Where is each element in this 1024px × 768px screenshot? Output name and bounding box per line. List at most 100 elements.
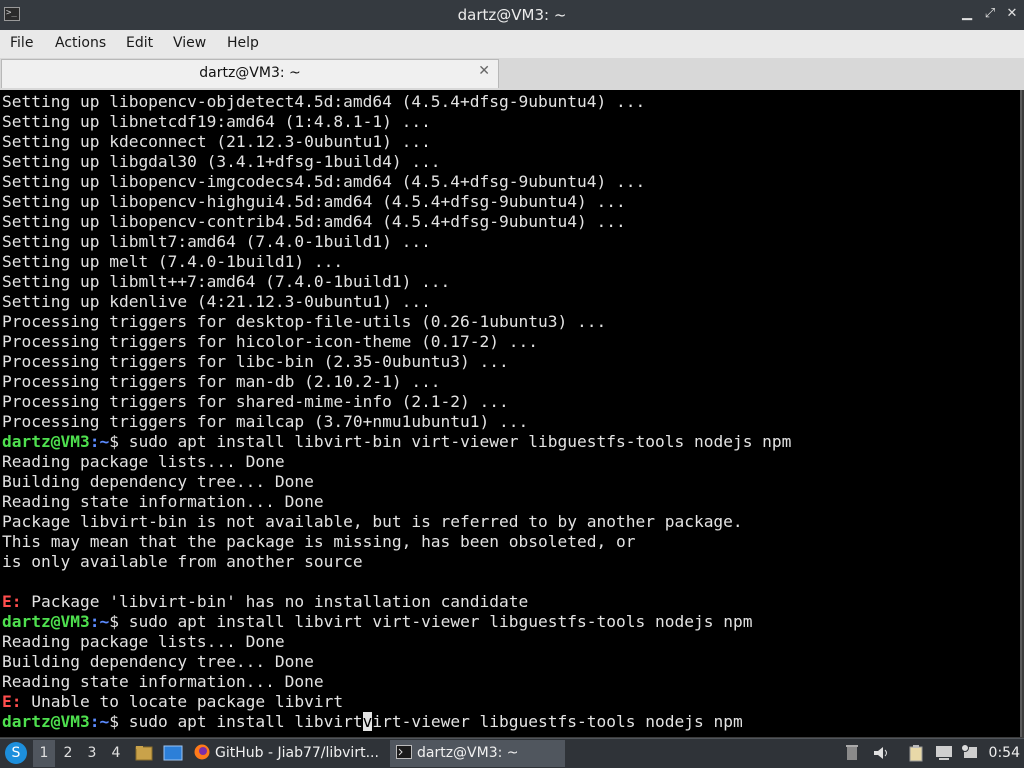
menu-file[interactable]: File [10, 35, 33, 51]
line-text: Package libvirt-bin is not available, bu… [2, 512, 743, 531]
line-text: Building dependency tree... Done [2, 652, 314, 671]
line-text: $ sudo apt install libvirt virt-viewer l… [109, 612, 753, 631]
terminal-line: dartz@VM3:~$ sudo apt install libvirt vi… [2, 612, 752, 632]
terminal-line: Reading state information... Done [2, 672, 324, 692]
text-cursor: v [362, 712, 373, 731]
tab-close-icon[interactable]: ✕ [478, 63, 490, 79]
line-text: Setting up libgdal30 (3.4.1+dfsg-1build4… [2, 152, 441, 171]
line-text: Processing triggers for mailcap (3.70+nm… [2, 412, 529, 431]
terminal-line: dartz@VM3:~$ sudo apt install libvirt-bi… [2, 432, 791, 452]
tab-label: dartz@VM3: ~ [199, 65, 301, 81]
notifications-icon[interactable] [961, 744, 979, 762]
terminal-line: Building dependency tree... Done [2, 652, 314, 672]
prompt-path: :~ [89, 432, 110, 451]
line-text: Setting up libopencv-highgui4.5d:amd64 (… [2, 192, 626, 211]
terminal-line: dartz@VM3:~$ sudo apt install libvirtvir… [2, 712, 743, 732]
tab-terminal[interactable]: dartz@VM3: ~ ✕ [1, 59, 499, 88]
line-text: Setting up libopencv-contrib4.5d:amd64 (… [2, 212, 626, 231]
firefox-icon [194, 743, 210, 760]
workspace-2[interactable]: 2 [57, 740, 79, 767]
prompt-user: dartz@VM3 [2, 432, 90, 451]
terminal-icon [396, 743, 412, 759]
line-text: Building dependency tree... Done [2, 472, 314, 491]
file-manager-icon[interactable] [134, 744, 154, 762]
terminal-line: Setting up libmlt7:amd64 (7.4.0-1build1)… [2, 232, 431, 252]
prompt-user: dartz@VM3 [2, 712, 90, 731]
terminal-window: >_ dartz@VM3: ~ ▁ ⤢ ✕ File Actions Edit … [0, 0, 1024, 738]
workspace-3[interactable]: 3 [81, 740, 103, 767]
terminal-line: Setting up kdeconnect (21.12.3-0ubuntu1)… [2, 132, 431, 152]
line-text: Setting up libopencv-objdetect4.5d:amd64… [2, 92, 646, 111]
line-text: Reading state information... Done [2, 672, 324, 691]
window-title: dartz@VM3: ~ [457, 6, 567, 24]
taskbar: S 1 2 3 4 GitHub - Jiab77/libvirt... dar… [0, 738, 1024, 768]
terminal-line: Setting up libopencv-objdetect4.5d:amd64… [2, 92, 645, 112]
prompt-path: :~ [89, 612, 110, 631]
terminal-line: Setting up libopencv-contrib4.5d:amd64 (… [2, 212, 626, 232]
menu-bar: File Actions Edit View Help [0, 30, 1024, 58]
terminal-line: Setting up kdenlive (4:21.12.3-0ubuntu1)… [2, 292, 431, 312]
terminal-line: Processing triggers for hicolor-icon-the… [2, 332, 538, 352]
volume-icon[interactable] [872, 744, 890, 762]
start-menu-icon[interactable]: S [5, 742, 27, 764]
terminal-line: This may mean that the package is missin… [2, 532, 635, 552]
task-label: GitHub - Jiab77/libvirt... [215, 745, 379, 761]
tab-bar: dartz@VM3: ~ ✕ [0, 58, 1024, 90]
workspace-1[interactable]: 1 [33, 740, 55, 767]
show-desktop-icon[interactable] [163, 744, 183, 762]
line-text: Package 'libvirt-bin' has no installatio… [21, 592, 529, 611]
line-text: Unable to locate package libvirt [21, 692, 344, 711]
line-text: Setting up kdenlive (4:21.12.3-0ubuntu1)… [2, 292, 431, 311]
line-text: Setting up melt (7.4.0-1build1) ... [2, 252, 344, 271]
minimize-button[interactable]: ▁ [958, 5, 976, 23]
terminal-line: Setting up libopencv-imgcodecs4.5d:amd64… [2, 172, 645, 192]
maximize-button[interactable]: ⤢ [981, 5, 999, 23]
task-label: dartz@VM3: ~ [417, 745, 519, 761]
menu-help[interactable]: Help [227, 35, 259, 51]
close-button[interactable]: ✕ [1003, 5, 1021, 23]
terminal-line: is only available from another source [2, 552, 363, 572]
line-text: $ sudo apt install libvirt-bin virt-view… [109, 432, 792, 451]
terminal-line: Package libvirt-bin is not available, bu… [2, 512, 743, 532]
terminal-line: Reading package lists... Done [2, 632, 285, 652]
terminal-line: Processing triggers for desktop-file-uti… [2, 312, 606, 332]
task-firefox[interactable]: GitHub - Jiab77/libvirt... [194, 740, 384, 767]
line-text: Setting up kdeconnect (21.12.3-0ubuntu1)… [2, 132, 431, 151]
line-text: Processing triggers for desktop-file-uti… [2, 312, 607, 331]
clipboard-icon[interactable] [907, 744, 925, 762]
terminal-line: E: Unable to locate package libvirt [2, 692, 343, 712]
trash-icon[interactable] [843, 744, 861, 762]
workspace-4[interactable]: 4 [105, 740, 127, 767]
error-prefix: E: [2, 592, 22, 611]
menu-edit[interactable]: Edit [126, 35, 153, 51]
terminal-line: Setting up libgdal30 (3.4.1+dfsg-1build4… [2, 152, 441, 172]
line-text: Processing triggers for man-db (2.10.2-1… [2, 372, 441, 391]
line-text: Processing triggers for hicolor-icon-the… [2, 332, 539, 351]
line-text: Reading state information... Done [2, 492, 324, 511]
terminal-output[interactable]: Setting up libopencv-objdetect4.5d:amd64… [0, 90, 1022, 737]
network-icon[interactable] [935, 744, 953, 762]
line-text: Setting up libmlt++7:amd64 (7.4.0-1build… [2, 272, 451, 291]
line-text: Processing triggers for shared-mime-info… [2, 392, 509, 411]
line-text: is only available from another source [2, 552, 363, 571]
terminal-line: Processing triggers for mailcap (3.70+nm… [2, 412, 528, 432]
menu-view[interactable]: View [173, 35, 206, 51]
line-text: This may mean that the package is missin… [2, 532, 636, 551]
terminal-line: Reading package lists... Done [2, 452, 285, 472]
line-text: $ sudo apt install libvirt [109, 712, 363, 731]
terminal-line: E: Package 'libvirt-bin' has no installa… [2, 592, 528, 612]
title-bar[interactable]: >_ dartz@VM3: ~ ▁ ⤢ ✕ [0, 0, 1024, 30]
terminal-line: Setting up libmlt++7:amd64 (7.4.0-1build… [2, 272, 450, 292]
line-text: Reading package lists... Done [2, 632, 285, 651]
terminal-line: Processing triggers for man-db (2.10.2-1… [2, 372, 441, 392]
line-text: Reading package lists... Done [2, 452, 285, 471]
terminal-line: Building dependency tree... Done [2, 472, 314, 492]
terminal-line: Reading state information... Done [2, 492, 324, 512]
line-text: Setting up libnetcdf19:amd64 (1:4.8.1-1)… [2, 112, 431, 131]
terminal-line: Setting up libopencv-highgui4.5d:amd64 (… [2, 192, 626, 212]
prompt-path: :~ [89, 712, 110, 731]
clock[interactable]: 0:54 [989, 739, 1020, 767]
terminal-line: Processing triggers for shared-mime-info… [2, 392, 509, 412]
menu-actions[interactable]: Actions [55, 35, 106, 51]
task-terminal[interactable]: dartz@VM3: ~ [390, 740, 565, 767]
